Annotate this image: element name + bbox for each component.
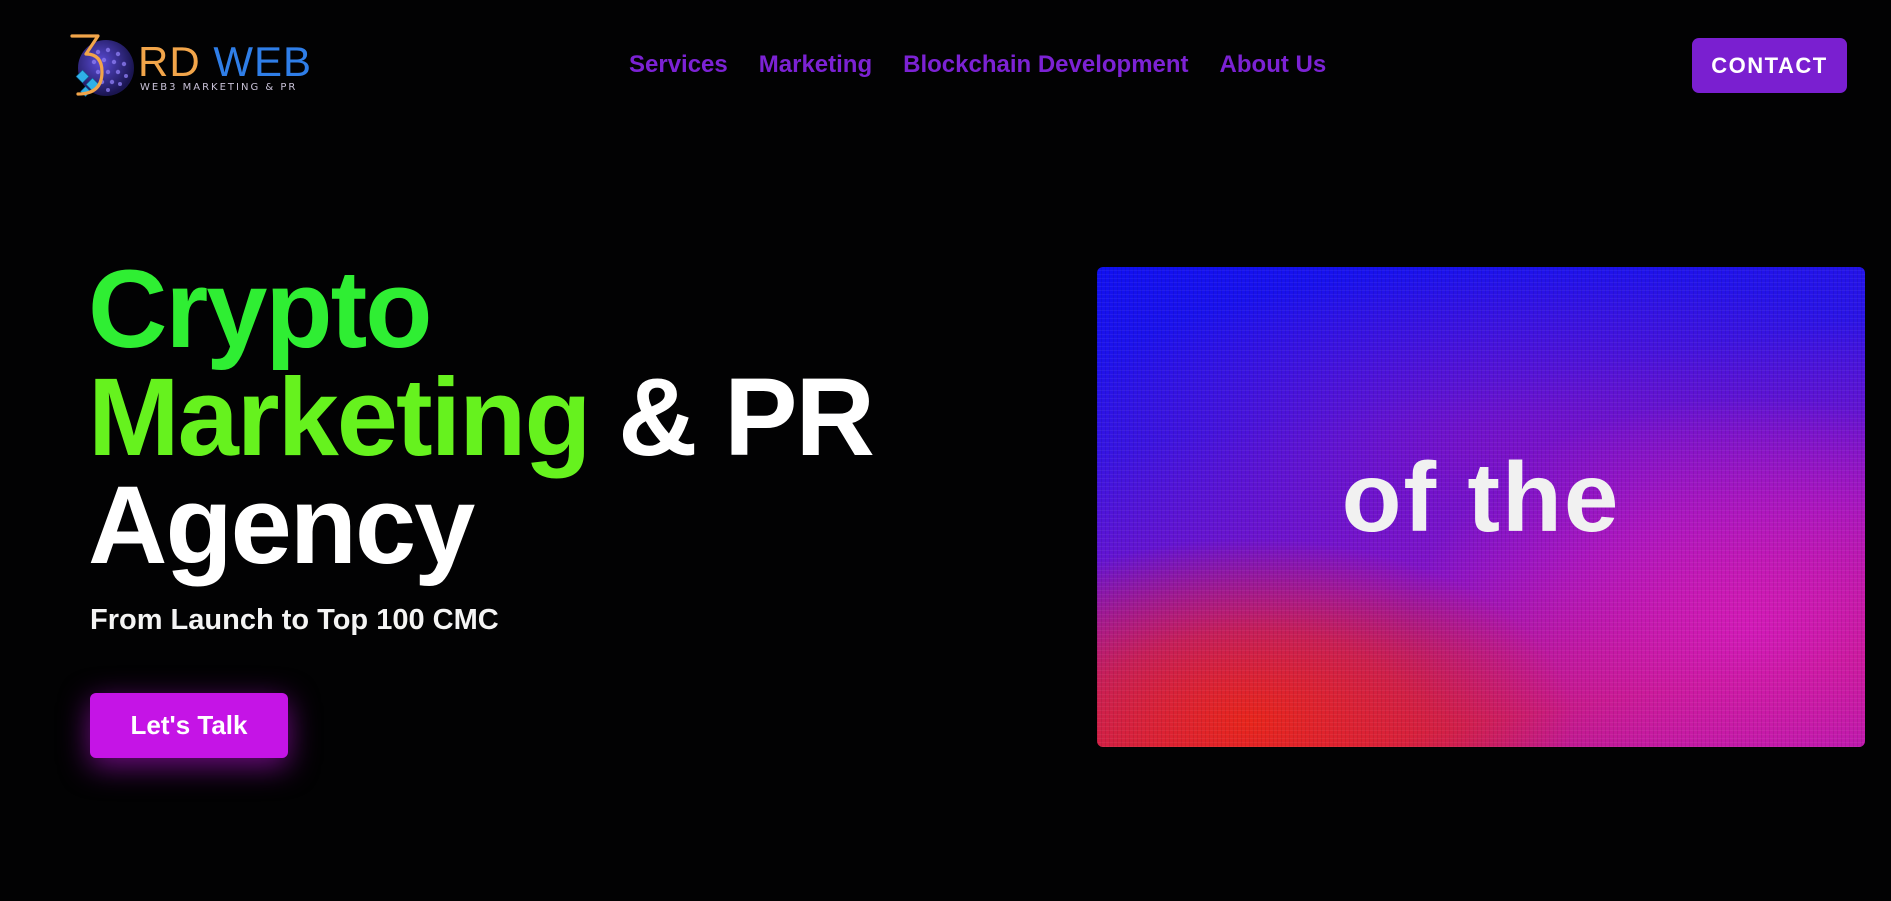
- hero-title-and-pr: & PR: [618, 356, 875, 479]
- hero-title-line2: Marketing & PR: [88, 363, 875, 473]
- hero-title: Crypto Marketing & PR Agency: [88, 248, 875, 587]
- logo-wordmark-web: WEB: [213, 38, 313, 85]
- hero-title-crypto: Crypto: [88, 248, 432, 371]
- contact-button[interactable]: CONTACT: [1692, 38, 1847, 93]
- hero-title-marketing: Marketing: [88, 356, 592, 479]
- globe-logo-icon: [70, 34, 134, 97]
- nav-link-services[interactable]: Services: [629, 48, 728, 82]
- lets-talk-button[interactable]: Let's Talk: [90, 693, 288, 758]
- hero-video[interactable]: of the: [1097, 267, 1865, 747]
- logo-wordmark-rd: RD: [138, 38, 201, 85]
- page: RD WEB WEB3 MARKETING & PR Services Mark…: [0, 0, 1891, 901]
- hero-title-agency: Agency: [88, 464, 475, 587]
- site-logo[interactable]: RD WEB WEB3 MARKETING & PR: [68, 32, 311, 104]
- hero-subtitle: From Launch to Top 100 CMC: [90, 604, 499, 636]
- nav-link-marketing[interactable]: Marketing: [759, 48, 872, 82]
- nav-link-about-us[interactable]: About Us: [1220, 48, 1327, 82]
- main-nav: Services Marketing Blockchain Developmen…: [629, 48, 1326, 82]
- logo-wordmark: RD WEB: [138, 40, 312, 84]
- logo-tagline: WEB3 MARKETING & PR: [140, 82, 298, 93]
- video-caption: of the: [1341, 442, 1621, 552]
- nav-link-blockchain-development[interactable]: Blockchain Development: [903, 48, 1188, 82]
